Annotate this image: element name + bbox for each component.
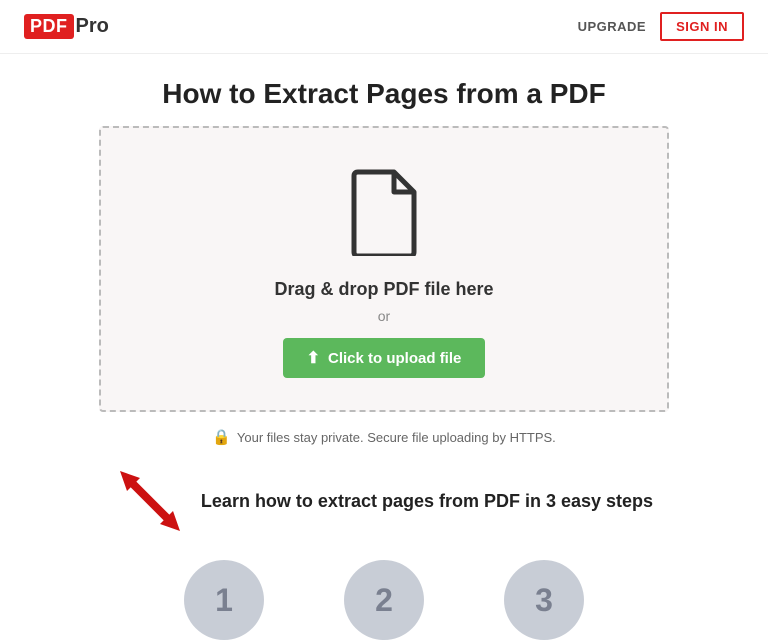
page-title: How to Extract Pages from a PDF bbox=[0, 78, 768, 110]
step-circle-3: 3 bbox=[504, 560, 584, 640]
secure-message-text: Your files stay private. Secure file upl… bbox=[237, 430, 556, 445]
upload-icon: ⬆ bbox=[307, 348, 320, 368]
logo-pro-text: Pro bbox=[76, 15, 109, 38]
upload-button[interactable]: ⬆ Click to upload file bbox=[283, 338, 486, 378]
step-3-number: 3 bbox=[535, 582, 553, 619]
arrow-icon bbox=[115, 466, 185, 536]
or-text: or bbox=[378, 308, 390, 324]
signin-button[interactable]: SIGN IN bbox=[660, 12, 744, 41]
steps-circles: 1 2 3 bbox=[20, 560, 748, 640]
upload-dropzone[interactable]: Drag & drop PDF file here or ⬆ Click to … bbox=[99, 126, 669, 412]
drag-drop-text: Drag & drop PDF file here bbox=[274, 279, 493, 300]
logo: PDF Pro bbox=[24, 14, 109, 39]
file-icon bbox=[348, 168, 420, 261]
header: PDF Pro UPGRADE SIGN IN bbox=[0, 0, 768, 54]
step-1-number: 1 bbox=[215, 582, 233, 619]
step-circle-1: 1 bbox=[184, 560, 264, 640]
upgrade-link[interactable]: UPGRADE bbox=[578, 19, 647, 34]
step-circle-2: 2 bbox=[344, 560, 424, 640]
steps-section: Learn how to extract pages from PDF in 3… bbox=[0, 466, 768, 640]
step-2-number: 2 bbox=[375, 582, 393, 619]
lock-icon: 🔒 bbox=[212, 428, 231, 446]
steps-title: Learn how to extract pages from PDF in 3… bbox=[201, 491, 653, 512]
logo-pdf-badge: PDF bbox=[24, 14, 74, 39]
secure-message-row: 🔒 Your files stay private. Secure file u… bbox=[0, 428, 768, 446]
upload-button-label: Click to upload file bbox=[328, 350, 461, 367]
header-actions: UPGRADE SIGN IN bbox=[578, 12, 744, 41]
steps-title-row: Learn how to extract pages from PDF in 3… bbox=[20, 466, 748, 536]
